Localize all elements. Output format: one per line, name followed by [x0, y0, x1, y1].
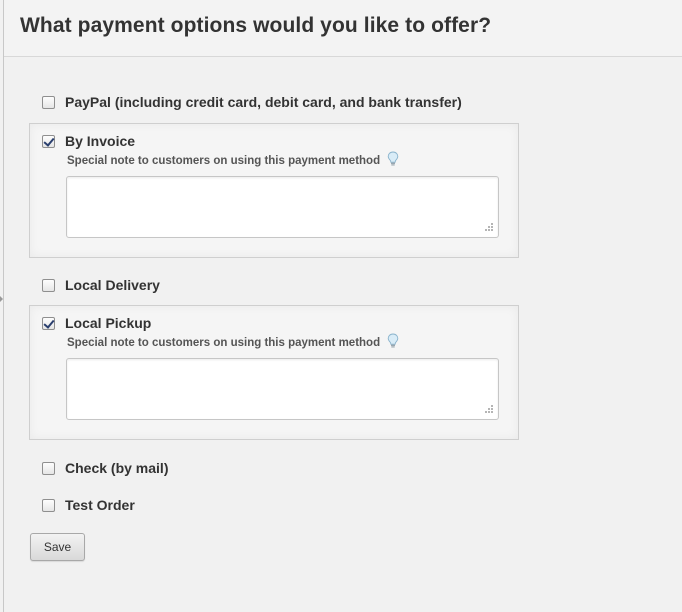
by-invoice-label[interactable]: By Invoice — [65, 133, 135, 149]
by-invoice-note-field[interactable] — [66, 176, 499, 238]
test-order-checkbox[interactable] — [42, 499, 55, 512]
check-by-mail-checkbox[interactable] — [42, 462, 55, 475]
paypal-checkbox[interactable] — [42, 96, 55, 109]
paypal-label[interactable]: PayPal (including credit card, debit car… — [65, 94, 462, 110]
local-pickup-note-label: Special note to customers on using this … — [67, 337, 381, 349]
local-pickup-panel: Local Pickup Special note to customers o… — [29, 305, 519, 440]
local-delivery-checkbox[interactable] — [42, 279, 55, 292]
test-order-label[interactable]: Test Order — [65, 497, 135, 513]
local-delivery-label[interactable]: Local Delivery — [65, 277, 160, 293]
check-by-mail-label[interactable]: Check (by mail) — [65, 460, 168, 476]
resize-grip-icon[interactable] — [483, 222, 494, 233]
save-button[interactable]: Save — [30, 533, 85, 561]
collapse-arrow-icon[interactable] — [0, 296, 3, 302]
page-title: What payment options would you like to o… — [20, 14, 492, 37]
left-divider — [3, 0, 4, 612]
local-pickup-note-field[interactable] — [66, 358, 499, 420]
resize-grip-icon[interactable] — [483, 404, 494, 415]
page-header: What payment options would you like to o… — [4, 0, 682, 57]
by-invoice-note-label: Special note to customers on using this … — [67, 155, 381, 167]
by-invoice-checkbox[interactable] — [42, 135, 55, 148]
lightbulb-icon[interactable] — [387, 333, 399, 349]
lightbulb-icon[interactable] — [387, 151, 399, 167]
local-pickup-label[interactable]: Local Pickup — [65, 315, 151, 331]
by-invoice-panel: By Invoice Special note to customers on … — [29, 123, 519, 258]
local-pickup-checkbox[interactable] — [42, 317, 55, 330]
